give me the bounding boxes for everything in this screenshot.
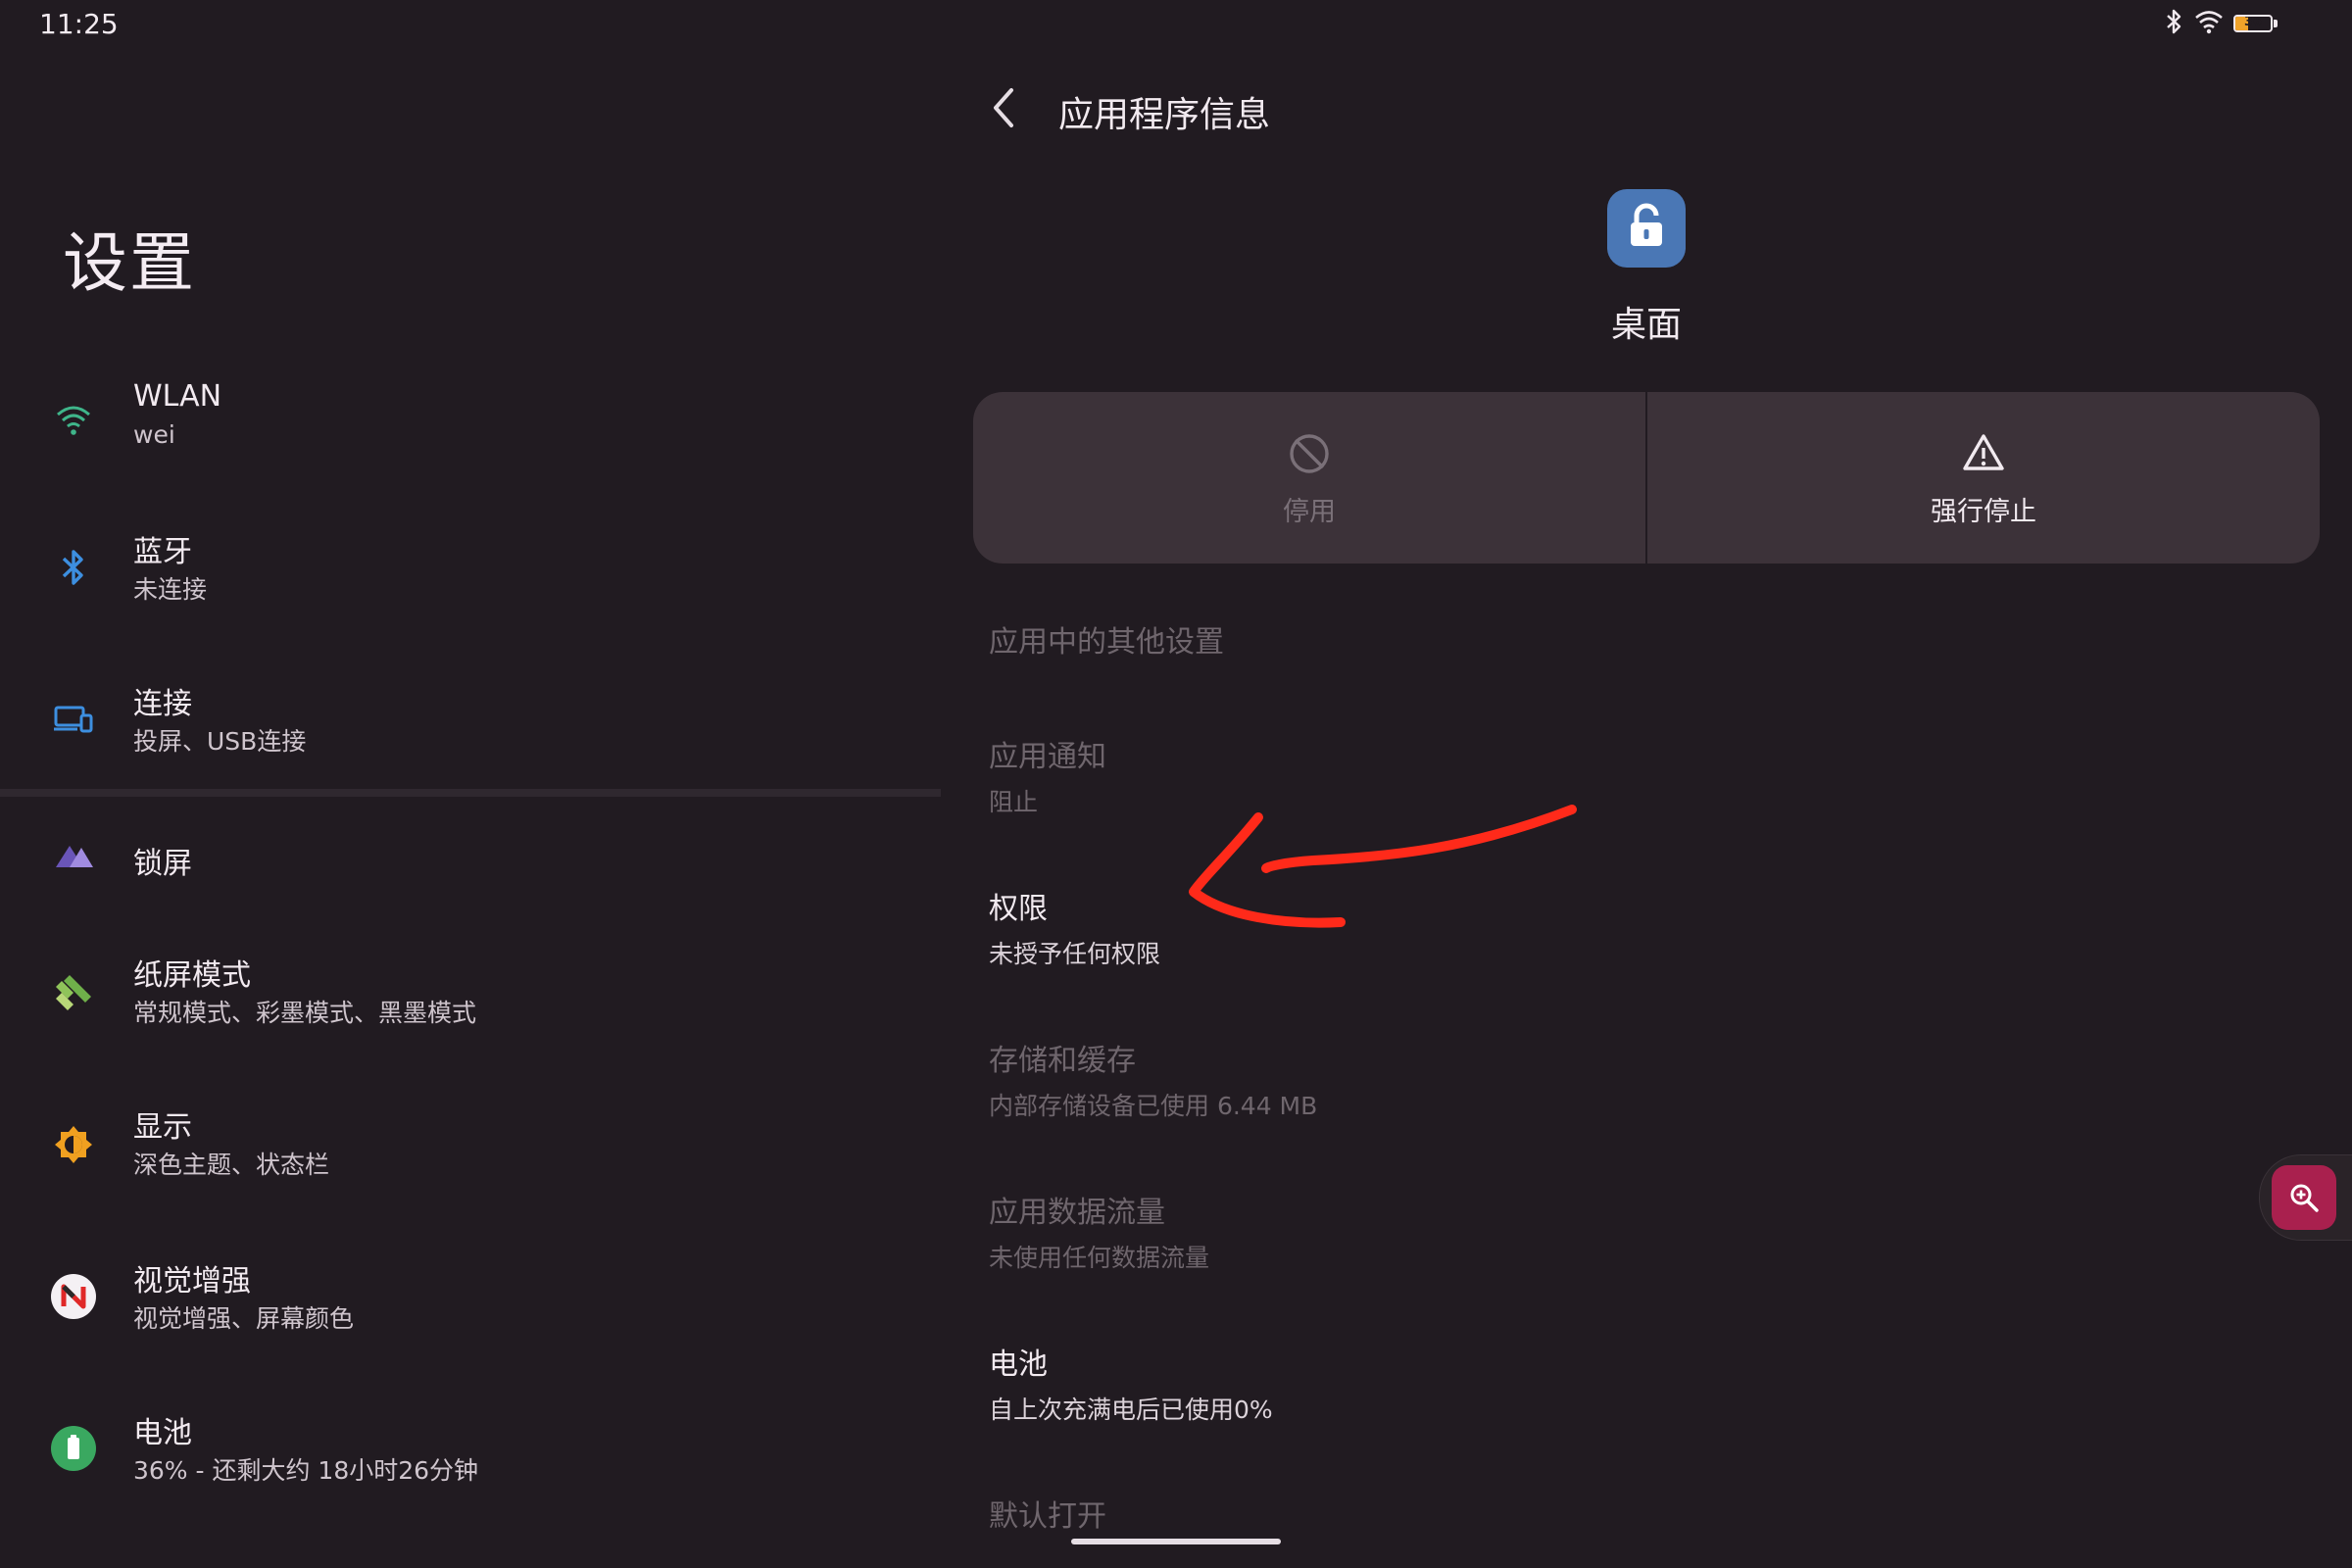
brightness-icon (45, 1116, 102, 1173)
settings-item-subtitle: 36% - 还剩大约 18小时26分钟 (133, 1456, 479, 1485)
info-item-title: 应用中的其他设置 (989, 625, 1224, 660)
visual-enhance-icon (45, 1268, 102, 1325)
zoom-in-icon (2272, 1165, 2336, 1230)
settings-item-display[interactable]: 显示 深色主题、状态栏 (0, 1093, 941, 1200)
info-item-storage[interactable]: 存储和缓存 内部存储设备已使用 6.44 MB (989, 1036, 2263, 1122)
info-item-other-settings[interactable]: 应用中的其他设置 (989, 617, 2263, 661)
action-card: 停用 强行停止 (973, 392, 2320, 564)
info-item-battery[interactable]: 电池 自上次充满电后已使用0% (989, 1340, 2263, 1426)
floating-zoom-button[interactable] (2259, 1154, 2352, 1241)
settings-item-title: 连接 (133, 687, 192, 721)
settings-item-subtitle: 视觉增强、屏幕颜色 (133, 1304, 355, 1333)
info-item-title: 权限 (989, 892, 1048, 926)
bluetooth-icon (45, 539, 102, 596)
settings-item-visual-enhance[interactable]: 视觉增强 视觉增强、屏幕颜色 (0, 1245, 941, 1352)
devices-icon (45, 691, 102, 748)
lock-icon (1625, 203, 1668, 254)
settings-item-title: 显示 (133, 1110, 192, 1145)
disable-icon (973, 431, 1645, 478)
settings-item-subtitle: 深色主题、状态栏 (133, 1151, 330, 1179)
settings-item-title: 蓝牙 (133, 535, 192, 569)
info-item-subtitle: 未授予任何权限 (989, 940, 1161, 968)
settings-item-connect[interactable]: 连接 投屏、USB连接 (0, 671, 941, 779)
app-info-pane: 应用程序信息 桌面 停用 强行停止 应用中的其他设置 应用通知 阻止 权限 未授… (941, 0, 2352, 1568)
screen: 11:25 36 设置 WLAN wei 蓝牙 未连接 连接 投屏、USB连接 … (0, 0, 2352, 1568)
app-icon (1607, 189, 1686, 268)
settings-title: 设置 (63, 225, 196, 301)
info-item-subtitle: 阻止 (989, 788, 1039, 816)
disable-button[interactable]: 停用 (973, 392, 1645, 564)
info-item-subtitle: 自上次充满电后已使用0% (989, 1396, 1273, 1424)
settings-item-subtitle: wei (133, 420, 175, 449)
battery-icon (45, 1420, 102, 1477)
app-name: 桌面 (1610, 305, 1682, 345)
force-stop-button[interactable]: 强行停止 (1647, 392, 2320, 564)
info-item-data-usage[interactable]: 应用数据流量 未使用任何数据流量 (989, 1188, 2263, 1274)
info-item-notifications[interactable]: 应用通知 阻止 (989, 732, 2263, 818)
settings-item-lockscreen[interactable]: 锁屏 (0, 804, 941, 911)
paper-mode-icon (45, 964, 102, 1021)
info-item-title: 存储和缓存 (989, 1044, 1136, 1078)
info-item-title: 应用通知 (989, 740, 1106, 774)
disable-label: 停用 (1283, 497, 1336, 527)
settings-item-paper-mode[interactable]: 纸屏模式 常规模式、彩墨模式、黑墨模式 (0, 941, 941, 1049)
settings-item-wlan[interactable]: WLAN wei (0, 368, 941, 475)
settings-divider (0, 789, 941, 797)
settings-item-battery[interactable]: 电池 36% - 还剩大约 18小时26分钟 (0, 1396, 941, 1504)
settings-item-title: 锁屏 (133, 847, 192, 881)
warning-icon (1647, 431, 2320, 478)
info-item-title: 应用数据流量 (989, 1196, 1165, 1230)
settings-item-title: 纸屏模式 (133, 958, 251, 993)
page-title: 应用程序信息 (1058, 95, 1271, 135)
settings-item-subtitle: 未连接 (133, 575, 208, 604)
info-item-open-by-default[interactable]: 默认打开 (989, 1492, 2263, 1535)
settings-item-bluetooth[interactable]: 蓝牙 未连接 (0, 519, 941, 627)
settings-list-pane: 设置 WLAN wei 蓝牙 未连接 连接 投屏、USB连接 锁屏 纸屏模式 常… (0, 0, 941, 1568)
info-item-subtitle: 未使用任何数据流量 (989, 1244, 1210, 1272)
back-button[interactable] (975, 80, 1034, 139)
info-item-permissions[interactable]: 权限 未授予任何权限 (989, 884, 2263, 970)
info-item-subtitle: 内部存储设备已使用 6.44 MB (989, 1092, 1318, 1120)
settings-item-subtitle: 常规模式、彩墨模式、黑墨模式 (133, 999, 477, 1027)
lockscreen-icon (45, 827, 102, 884)
info-item-title: 电池 (989, 1348, 1048, 1382)
force-stop-label: 强行停止 (1931, 497, 2036, 527)
wifi-icon (45, 391, 102, 448)
settings-item-title: WLAN (133, 379, 222, 414)
settings-item-subtitle: 投屏、USB连接 (133, 727, 307, 756)
settings-item-title: 电池 (133, 1416, 192, 1450)
chevron-left-icon (990, 86, 1019, 133)
settings-item-title: 视觉增强 (133, 1264, 251, 1298)
home-indicator[interactable] (1071, 1539, 1281, 1544)
info-item-title: 默认打开 (989, 1499, 1106, 1534)
